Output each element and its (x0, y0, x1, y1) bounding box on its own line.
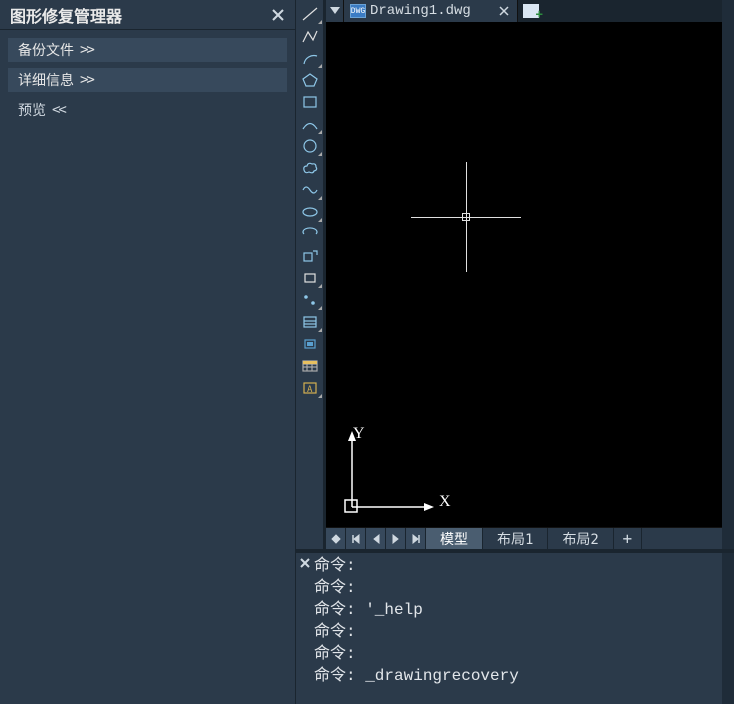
command-log[interactable]: 命令: 命令: 命令: '_help 命令: 命令: 命令: _drawingr… (314, 553, 722, 704)
tab-layout1[interactable]: 布局1 (483, 528, 548, 549)
close-icon (272, 9, 284, 21)
circle-tool[interactable] (298, 136, 322, 156)
draw-toolbar: A (296, 0, 326, 549)
dwg-file-icon: DWG (350, 4, 366, 18)
ucs-icon: Y X (342, 431, 442, 515)
panel-close-button[interactable] (269, 6, 287, 24)
ellipse-arc-tool[interactable] (298, 224, 322, 244)
revision-cloud-tool[interactable] (298, 158, 322, 178)
main-area: A DWG Drawing1.dwg + (296, 0, 734, 704)
arc-tool[interactable] (298, 48, 322, 68)
preview-row[interactable]: 预览 << (8, 98, 287, 122)
panel-body: 备份文件 >> 详细信息 >> 预览 << (0, 30, 295, 704)
file-tab-drawing1[interactable]: DWG Drawing1.dwg (344, 0, 518, 22)
command-scrollbar[interactable] (722, 553, 734, 704)
point-tool[interactable] (298, 290, 322, 310)
layout-tabs-menu[interactable] (326, 528, 346, 549)
layout-first[interactable] (346, 528, 366, 549)
layout-last[interactable] (406, 528, 426, 549)
line-tool[interactable] (298, 4, 322, 24)
text-tool[interactable]: A (298, 378, 322, 398)
new-file-icon: + (523, 4, 539, 18)
triangle-down-icon (330, 7, 340, 15)
layout-tabbar: 模型 布局1 布局2 + (326, 527, 722, 549)
insert-block-tool[interactable] (298, 246, 322, 266)
file-tab-close[interactable] (497, 4, 511, 18)
details-label: 详细信息 (18, 70, 74, 90)
drawing-viewport[interactable]: Y X (326, 22, 722, 527)
file-tab-label: Drawing1.dwg (370, 3, 471, 19)
details-row[interactable]: 详细信息 >> (8, 68, 287, 92)
chevron-left-icon: << (52, 102, 65, 118)
chevron-right-icon: >> (80, 42, 93, 58)
new-tab-button[interactable]: + (518, 0, 544, 22)
svg-text:A: A (307, 385, 313, 395)
arc-3p-tool[interactable] (298, 114, 322, 134)
region-tool[interactable] (298, 334, 322, 354)
make-block-tool[interactable] (298, 268, 322, 288)
chevron-right-icon: >> (80, 72, 93, 88)
ucs-y-label: Y (353, 425, 365, 443)
hatch-tool[interactable] (298, 312, 322, 332)
close-icon (499, 6, 509, 16)
rectangle-tool[interactable] (298, 92, 322, 112)
tab-model[interactable]: 模型 (426, 528, 483, 549)
drawing-recovery-manager-panel: 图形修复管理器 备份文件 >> 详细信息 >> 预览 << (0, 0, 296, 704)
ellipse-tool[interactable] (298, 202, 322, 222)
layout-next[interactable] (386, 528, 406, 549)
panel-title: 图形修复管理器 (10, 3, 122, 27)
table-tool[interactable] (298, 356, 322, 376)
polyline-tool[interactable] (298, 26, 322, 46)
ucs-x-label: X (439, 493, 451, 511)
preview-label: 预览 (18, 100, 46, 120)
command-panel: 命令: 命令: 命令: '_help 命令: 命令: 命令: _drawingr… (296, 549, 734, 704)
add-layout-button[interactable]: + (614, 528, 642, 549)
canvas-area: DWG Drawing1.dwg + (326, 0, 722, 549)
workspace: A DWG Drawing1.dwg + (296, 0, 734, 549)
panel-header: 图形修复管理器 (0, 0, 295, 30)
command-panel-close[interactable] (300, 556, 310, 704)
tab-layout2[interactable]: 布局2 (548, 528, 613, 549)
backup-files-label: 备份文件 (18, 40, 74, 60)
document-tabbar: DWG Drawing1.dwg + (326, 0, 722, 22)
vertical-scrollbar[interactable] (722, 0, 734, 549)
spline-tool[interactable] (298, 180, 322, 200)
tab-menu-button[interactable] (326, 0, 344, 22)
backup-files-row[interactable]: 备份文件 >> (8, 38, 287, 62)
close-icon (300, 558, 310, 568)
polygon-tool[interactable] (298, 70, 322, 90)
layout-prev[interactable] (366, 528, 386, 549)
